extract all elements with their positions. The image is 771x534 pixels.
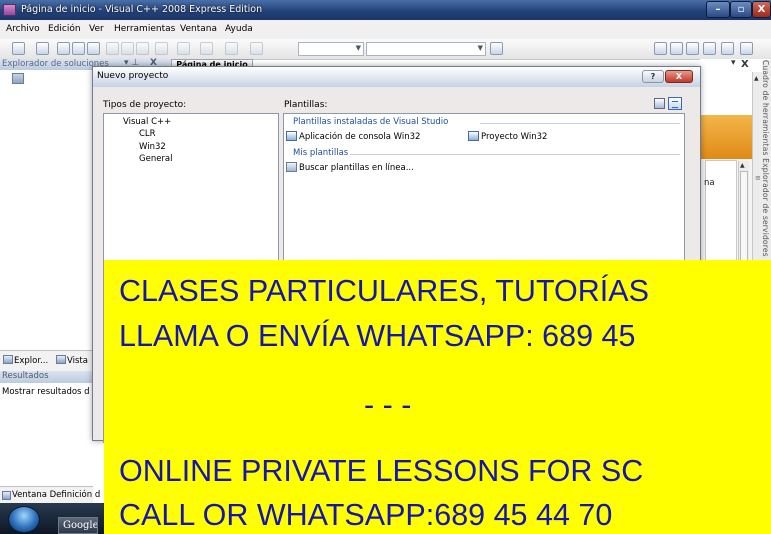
window-title-bar: Página de inicio - Visual C++ 2008 Expre… (0, 0, 771, 20)
paste-icon[interactable] (136, 42, 149, 55)
template-win32-project-label: Proyecto Win32 (481, 132, 548, 142)
search-online-label: Buscar plantillas en línea... (299, 163, 414, 173)
menu-ventana[interactable]: Ventana (180, 24, 217, 34)
grip-icon: ≡ (755, 174, 761, 182)
save-all-icon[interactable] (87, 42, 100, 55)
window-title: Página de inicio - Visual C++ 2008 Expre… (21, 4, 263, 15)
tab-code-definition-window[interactable]: Ventana Definición d (0, 486, 100, 504)
scroll-up-icon[interactable]: ▲ (740, 162, 745, 169)
undo-icon[interactable] (155, 42, 168, 55)
menu-ayuda[interactable]: Ayuda (225, 24, 253, 34)
group-header-installed: Plantillas instaladas de Visual Studio (293, 117, 449, 127)
banner-separator: - - - (364, 388, 412, 422)
large-icons-view-icon[interactable] (654, 98, 665, 109)
tree-item-win32[interactable]: Win32 (139, 142, 166, 152)
copy-icon[interactable] (121, 42, 134, 55)
solution-explorer-icon (3, 355, 13, 364)
search-online-icon (286, 162, 297, 172)
dialog-title: Nuevo proyecto (97, 71, 169, 81)
standard-toolbar: ▼ ▼ (0, 39, 771, 60)
banner-line-4: ONLINE PRIVATE LESSONS FOR SC (119, 454, 644, 488)
tab-solution-explorer[interactable]: Explor... (3, 354, 48, 368)
menu-ver[interactable]: Ver (89, 24, 104, 34)
class-view-icon (56, 355, 66, 364)
template-win32-console-app[interactable]: Aplicación de consola Win32 (286, 131, 420, 142)
group-divider (480, 123, 680, 124)
scroll-up-icon[interactable]: ▲ (754, 75, 759, 82)
group-header-mine: Mis plantillas (293, 148, 349, 158)
side-toolbox-tabs[interactable]: Cuadro de herramientas Explorador de ser… (761, 60, 771, 291)
chevron-down-icon: ▼ (477, 44, 483, 52)
win32-project-icon (468, 131, 479, 141)
windows-start-button[interactable] (8, 506, 40, 533)
start-page-text-fragment: na (704, 178, 715, 188)
templates-label: Plantillas: (284, 100, 328, 110)
tree-item-visual-cpp[interactable]: Visual C++ (123, 117, 171, 127)
menu-archivo[interactable]: Archivo (6, 24, 40, 34)
solution-icon[interactable] (12, 73, 24, 84)
tab-solution-explorer-label: Explor... (14, 356, 49, 366)
start-debug-icon[interactable] (250, 42, 263, 55)
tab-code-definition-label: Ventana Definición d (12, 490, 101, 500)
menu-edicion[interactable]: Edición (48, 24, 81, 34)
tree-item-general[interactable]: General (139, 154, 173, 164)
show-output-from-label: Mostrar resultados d (2, 387, 90, 397)
banner-line-1: CLASES PARTICULARES, TUTORÍAS (119, 274, 649, 308)
code-definition-icon (2, 491, 11, 500)
properties-icon[interactable] (670, 42, 683, 55)
output-panel-header: Resultados (0, 371, 93, 383)
cut-icon[interactable] (106, 42, 119, 55)
dialog-help-button[interactable]: ? (642, 70, 664, 83)
output-panel-title: Resultados (2, 371, 49, 381)
find-combo[interactable]: ▼ (366, 42, 486, 56)
maximize-button[interactable]: ▫ (730, 1, 752, 18)
start-page-icon[interactable] (721, 42, 734, 55)
window-icon[interactable] (740, 42, 753, 55)
console-app-icon (286, 131, 297, 141)
close-icon[interactable]: X (741, 59, 749, 70)
side-toolbox-label: Cuadro de herramientas Explorador de ser… (761, 60, 770, 257)
visual-cpp-app-icon (3, 4, 16, 16)
pin-icon[interactable]: ▾ (731, 58, 736, 68)
advertisement-banner: CLASES PARTICULARES, TUTORÍAS LLAMA O EN… (104, 260, 771, 534)
template-win32-console-label: Aplicación de consola Win32 (299, 132, 421, 142)
banner-line-5: CALL OR WHATSAPP:689 45 44 70 (119, 498, 613, 532)
left-panel-tabs: Explor... Vista (0, 350, 93, 371)
menu-herramientas[interactable]: Herramientas (114, 24, 175, 34)
solution-explorer-panel (0, 59, 93, 534)
taskbar-google-button[interactable]: Google (58, 517, 98, 534)
redo-icon[interactable] (177, 42, 190, 55)
template-win32-project[interactable]: Proyecto Win32 (468, 131, 547, 142)
tab-class-view-label: Vista (67, 356, 88, 366)
find-in-files-icon[interactable] (490, 42, 503, 55)
add-item-icon[interactable] (36, 42, 49, 55)
search-online-templates[interactable]: Buscar plantillas en línea... (286, 162, 414, 173)
dialog-title-bar: Nuevo proyecto (93, 67, 700, 87)
group-divider (350, 154, 680, 155)
tab-class-view[interactable]: Vista (56, 354, 88, 368)
solution-config-combo[interactable]: ▼ (298, 42, 364, 56)
solution-explorer-icon[interactable] (654, 42, 667, 55)
open-file-icon[interactable] (57, 42, 70, 55)
navigate-forward-icon[interactable] (225, 42, 238, 55)
banner-line-2: LLAMA O ENVÍA WHATSAPP: 689 45 (119, 319, 636, 353)
tree-item-clr[interactable]: CLR (139, 129, 156, 139)
new-project-icon[interactable] (12, 42, 25, 55)
dialog-close-button[interactable]: X (665, 70, 693, 83)
save-icon[interactable] (72, 42, 85, 55)
close-window-button[interactable]: X (752, 1, 771, 18)
minimize-button[interactable]: – (706, 1, 730, 18)
object-browser-icon[interactable] (686, 42, 699, 55)
chevron-down-icon: ▼ (355, 44, 361, 52)
project-types-label: Tipos de proyecto: (103, 100, 187, 110)
small-icons-view-icon[interactable] (668, 97, 682, 110)
menu-bar: Archivo Edición Ver Herramientas Ventana… (0, 20, 771, 39)
toolbox-icon[interactable] (703, 42, 716, 55)
start-page-banner (700, 115, 752, 159)
navigate-back-icon[interactable] (200, 42, 213, 55)
